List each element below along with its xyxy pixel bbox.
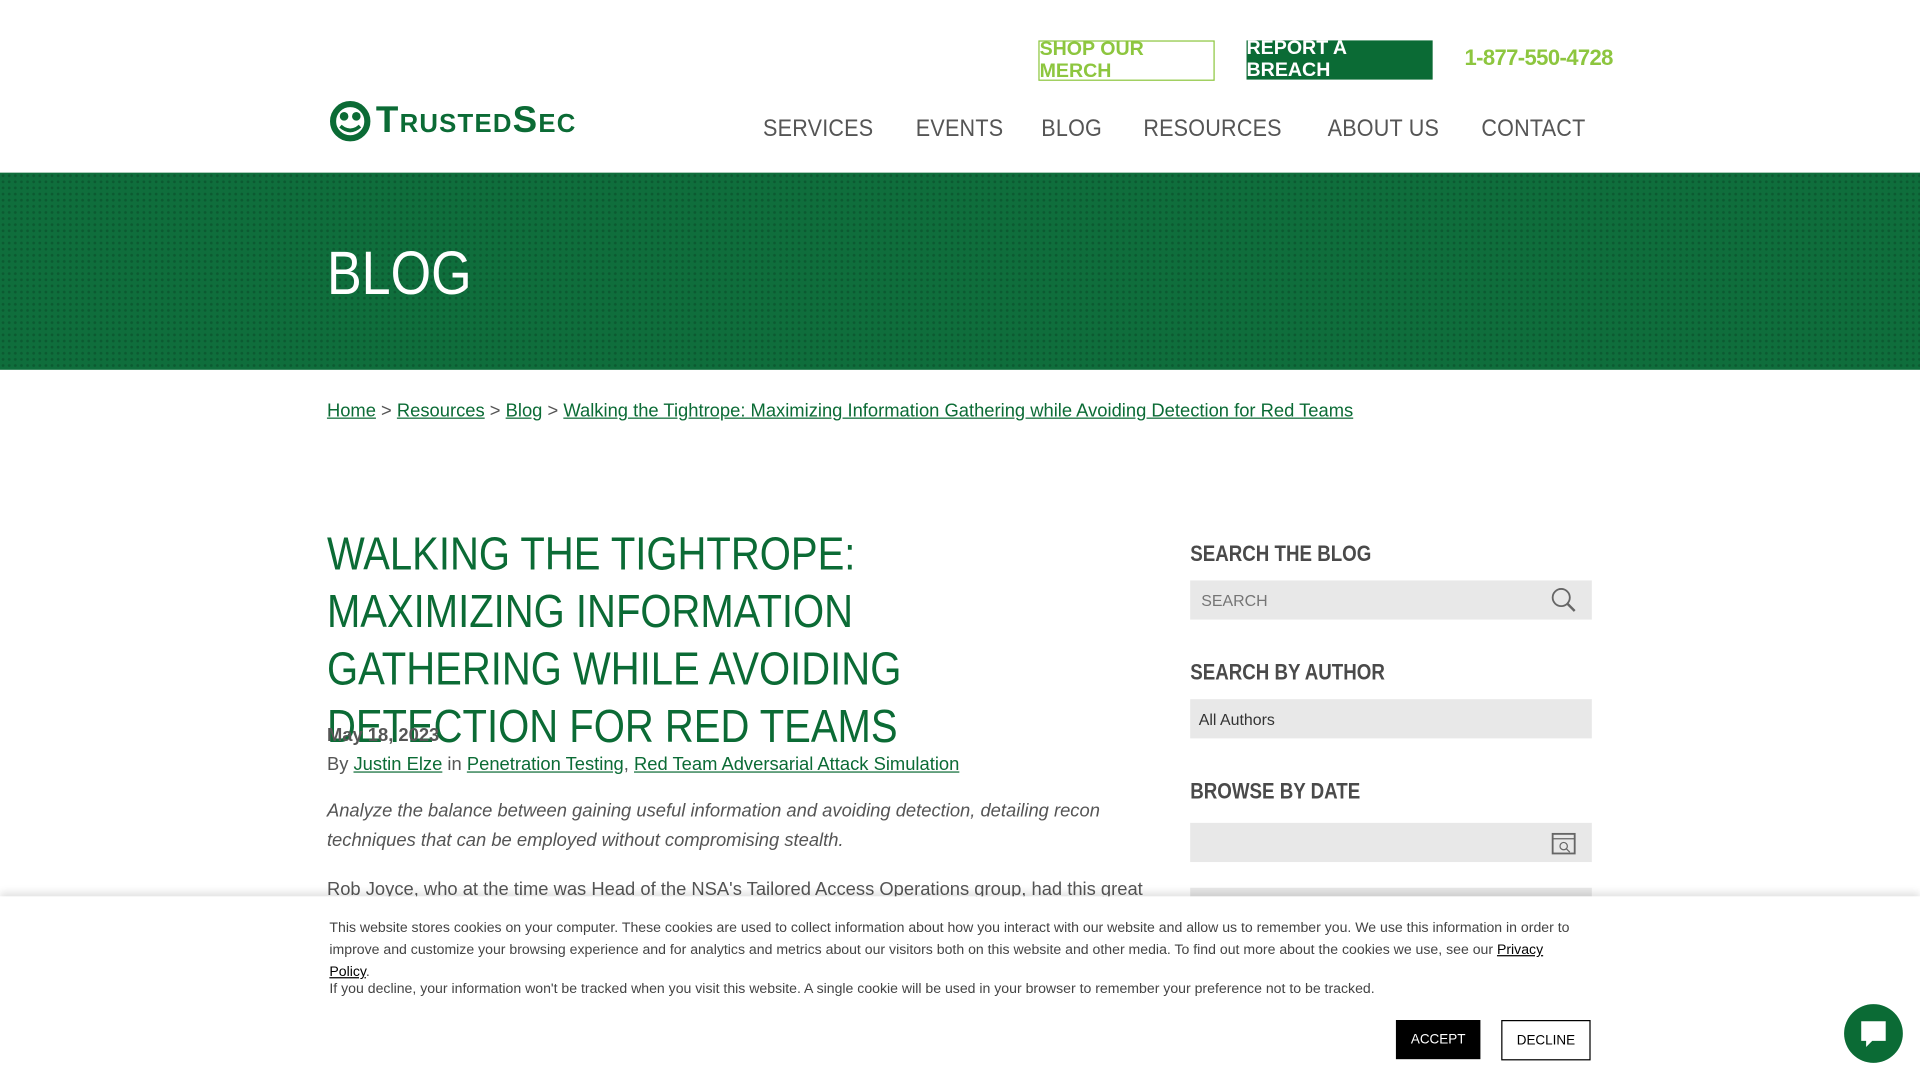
cookie-text: This website stores cookies on your comp… — [329, 920, 1570, 980]
search-icon[interactable] — [1550, 587, 1577, 614]
breadcrumb: Home > Resources > Blog > Walking the Ti… — [327, 400, 1353, 421]
shop-merch-button[interactable]: SHOP OUR MERCH — [1038, 38, 1215, 82]
report-breach-label: REPORT A BREACH — [1246, 37, 1347, 81]
author-select[interactable]: All Authors — [1190, 699, 1592, 739]
breadcrumb-separator: > — [489, 400, 501, 422]
hero-title: BLOG — [326, 238, 472, 308]
article-date: May 18, 2023 — [326, 724, 440, 746]
article-meta: By Justin Elze in Penetration Testing, R… — [326, 754, 960, 776]
article-excerpt: Analyze the balance between gaining usef… — [326, 800, 1100, 852]
shop-merch-label: SHOP OUR MERCH — [1039, 38, 1144, 82]
nav-services[interactable]: SERVICES — [764, 115, 874, 143]
phone-link[interactable]: 1-877-550-4728 — [1464, 45, 1613, 71]
decline-button[interactable]: DECLINE — [1501, 1020, 1591, 1061]
nav-events[interactable]: EVENTS — [916, 115, 1004, 143]
nav-contact[interactable]: CONTACT — [1482, 115, 1586, 143]
breadcrumb-blog[interactable]: Blog — [506, 400, 543, 421]
breadcrumb-separator: > — [547, 400, 559, 422]
category-link[interactable]: Penetration Testing — [467, 754, 624, 775]
nav-blog[interactable]: BLOG — [1041, 115, 1102, 143]
cookie-decline-text: If you decline, your information won't b… — [329, 982, 1375, 997]
calendar-icon[interactable] — [1550, 829, 1577, 856]
nav-resources[interactable]: RESOURCES — [1144, 115, 1282, 143]
chat-button[interactable] — [1844, 1004, 1903, 1063]
breadcrumb-home[interactable]: Home — [327, 400, 376, 421]
search-field[interactable] — [1190, 580, 1592, 620]
logo-icon — [330, 101, 371, 142]
report-breach-button[interactable]: REPORT A BREACH — [1246, 37, 1433, 81]
in-label: in — [447, 754, 462, 776]
browse-date-heading: BROWSE BY DATE — [1190, 778, 1361, 804]
logo-text: TrustedSec — [375, 100, 577, 141]
chat-icon — [1861, 1021, 1886, 1047]
author-link[interactable]: Justin Elze — [353, 754, 442, 775]
search-input[interactable] — [1198, 589, 1535, 611]
by-label: By — [326, 754, 349, 776]
date-from-field[interactable] — [1190, 822, 1592, 863]
cookie-text-main: This website stores cookies on your comp… — [329, 920, 1570, 958]
cookie-banner: This website stores cookies on your comp… — [0, 896, 1920, 1080]
nav-about-us[interactable]: ABOUT US — [1328, 115, 1440, 143]
hero-banner — [0, 172, 1920, 370]
category-link[interactable]: Red Team Adversarial Attack Simulation — [634, 754, 959, 775]
breadcrumb-current[interactable]: Walking the Tightrope: Maximizing Inform… — [563, 400, 1353, 421]
search-blog-heading: SEARCH THE BLOG — [1190, 541, 1372, 566]
accept-button[interactable]: ACCEPT — [1395, 1020, 1481, 1060]
breadcrumb-separator: > — [381, 400, 392, 422]
article-title: WALKING THE TIGHTROPE: MAXIMIZING INFORM… — [326, 528, 902, 754]
search-author-heading: SEARCH BY AUTHOR — [1190, 660, 1385, 685]
breadcrumb-resources[interactable]: Resources — [397, 400, 485, 421]
logo[interactable]: TrustedSec — [329, 100, 576, 142]
main-nav: SERVICES EVENTS BLOG RESOURCES ABOUT US … — [756, 115, 1593, 143]
